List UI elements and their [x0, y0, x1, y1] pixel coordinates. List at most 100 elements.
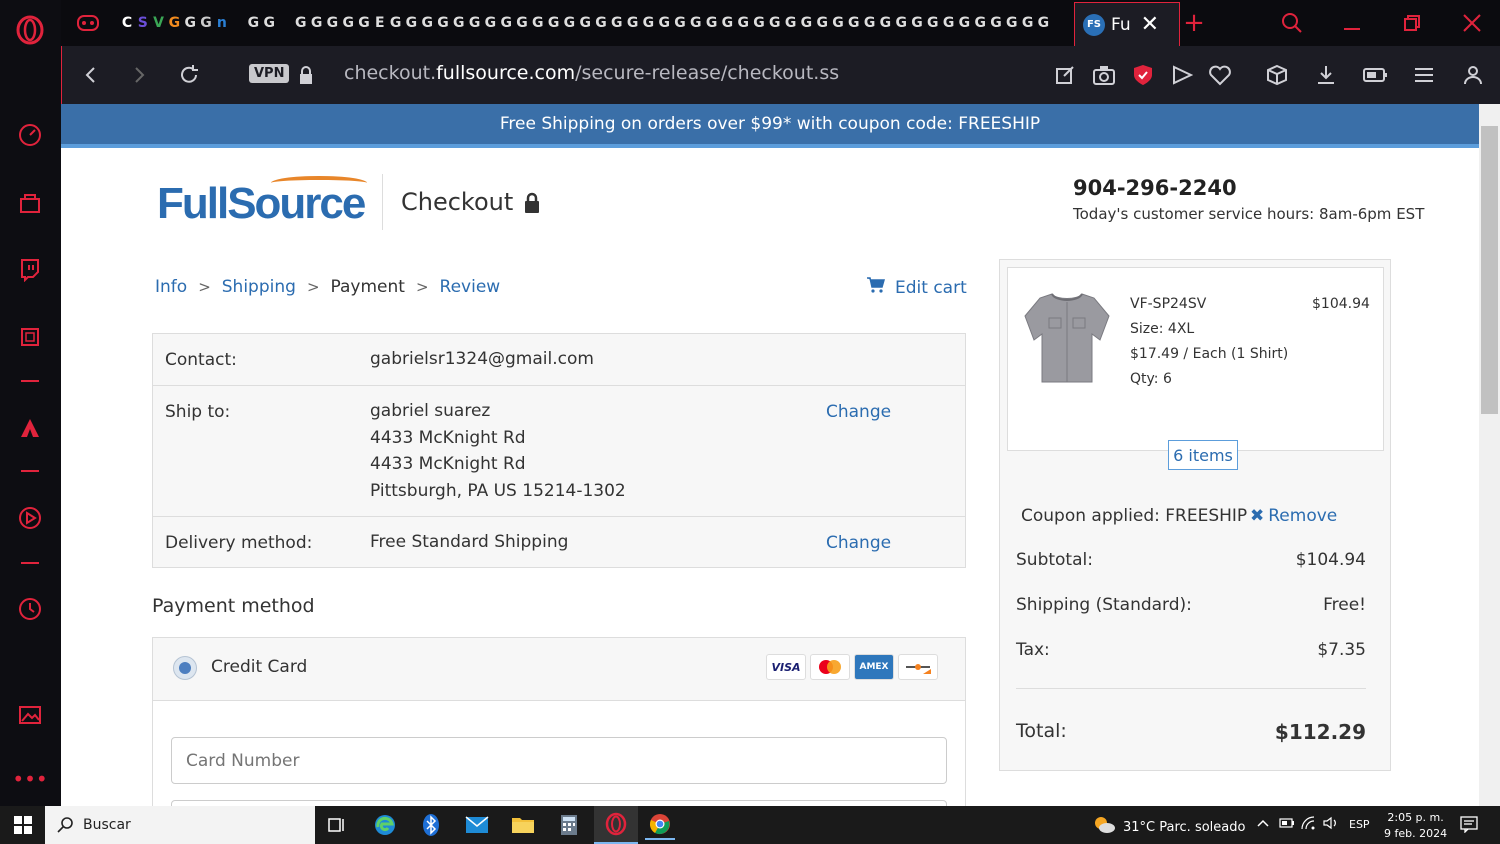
tab-favicon-icon[interactable]: G [877, 12, 893, 34]
speed-dial-icon[interactable] [15, 120, 45, 150]
shopping-icon[interactable] [15, 188, 45, 218]
send-snapshot-icon[interactable] [1050, 60, 1080, 90]
player-icon[interactable] [15, 503, 45, 533]
address-field[interactable]: checkout.fullsource.com/secure-release/c… [344, 62, 839, 84]
tab-favicon-icon[interactable]: G [435, 12, 451, 34]
file-explorer-icon[interactable] [508, 810, 538, 840]
tab-search-icon[interactable] [1277, 8, 1307, 38]
tab-favicon-icon[interactable]: G [814, 12, 830, 34]
tab-favicon-icon[interactable]: G [1004, 12, 1020, 34]
tab-favicon-icon[interactable]: G [419, 12, 435, 34]
tab-favicon-icon[interactable]: G [561, 12, 577, 34]
profile-icon[interactable] [1458, 60, 1488, 90]
tab-favicon-icon[interactable]: G [198, 12, 214, 34]
tab-favicon-icon[interactable]: G [1020, 12, 1036, 34]
windows-start-icon[interactable] [0, 806, 45, 844]
battery-icon[interactable] [1279, 816, 1295, 833]
taskbar-clock[interactable]: 2:05 p. m. 9 feb. 2024 [1384, 809, 1447, 842]
tab-favicon-icon[interactable]: V [151, 12, 167, 34]
tab-favicon-icon[interactable] [277, 12, 293, 34]
more-icon[interactable]: ••• [12, 764, 47, 794]
opera-gx-taskbar-icon[interactable] [594, 806, 638, 844]
opera-logo-icon[interactable] [15, 15, 45, 45]
tab-favicon-icon[interactable]: G [893, 12, 909, 34]
tab-favicon-icon[interactable]: G [767, 12, 783, 34]
tab-favicon-icon[interactable]: G [640, 12, 656, 34]
tab-favicon-icon[interactable]: G [751, 12, 767, 34]
chevron-up-icon[interactable] [1256, 816, 1270, 833]
secure-lock-icon[interactable] [291, 60, 321, 90]
download-icon[interactable] [1311, 60, 1341, 90]
tab-favicon-icon[interactable]: G [388, 12, 404, 34]
tab-favicon-icon[interactable]: G [182, 12, 198, 34]
camera-icon[interactable] [1089, 60, 1119, 90]
calculator-icon[interactable] [554, 810, 584, 840]
tab-favicon-icon[interactable]: G [514, 12, 530, 34]
tab-favicon-icon[interactable]: G [956, 12, 972, 34]
tab-favicon-icon[interactable]: G [672, 12, 688, 34]
tab-favicon-icon[interactable]: G [862, 12, 878, 34]
cube-icon[interactable] [1262, 60, 1292, 90]
items-count-button[interactable]: 6 items [1168, 440, 1238, 470]
tab-favicon-icon[interactable]: G [846, 12, 862, 34]
tab-favicon-icon[interactable]: G [340, 12, 356, 34]
task-view-icon[interactable] [322, 810, 352, 840]
gx-control-icon[interactable] [73, 8, 103, 38]
tab-favicon-icon[interactable]: C [119, 12, 135, 34]
tab-favicon-icon[interactable]: G [403, 12, 419, 34]
aria-icon[interactable] [15, 413, 45, 443]
breadcrumb-review[interactable]: Review [440, 277, 501, 297]
tab-favicon-icon[interactable]: G [261, 12, 277, 34]
edit-cart-link[interactable]: Edit cart [867, 277, 967, 298]
new-tab-icon[interactable]: + [1179, 8, 1209, 38]
battery-saver-icon[interactable] [1360, 60, 1390, 90]
tab-favicon-icon[interactable]: G [972, 12, 988, 34]
breadcrumb-info[interactable]: Info [155, 277, 187, 297]
tab-favicon-icon[interactable]: G [324, 12, 340, 34]
tab-favicon-icon[interactable]: n [214, 12, 230, 34]
tab-favicon-icon[interactable]: G [830, 12, 846, 34]
tab-favicon-icon[interactable]: G [1035, 12, 1051, 34]
breadcrumb-shipping[interactable]: Shipping [222, 277, 296, 297]
support-phone[interactable]: 904-296-2240 [1073, 176, 1237, 200]
edge-icon[interactable] [370, 810, 400, 840]
easy-setup-icon[interactable] [1409, 60, 1439, 90]
snapshot-gallery-icon[interactable] [15, 700, 45, 730]
language-indicator[interactable]: ESP [1349, 818, 1370, 831]
reload-icon[interactable] [174, 60, 204, 90]
tab-favicon-icon[interactable]: E [372, 12, 388, 34]
credit-card-option[interactable]: Credit Card VISA AMEX [153, 638, 965, 701]
bluetooth-icon[interactable] [416, 810, 446, 840]
minimize-icon[interactable] [1337, 8, 1367, 38]
adblock-shield-icon[interactable] [1128, 60, 1158, 90]
back-icon[interactable] [76, 60, 106, 90]
tab-favicon-icon[interactable]: G [719, 12, 735, 34]
tab-favicon-icon[interactable]: G [593, 12, 609, 34]
close-window-icon[interactable] [1457, 8, 1487, 38]
tab-favicon-icon[interactable]: G [293, 12, 309, 34]
tab-favicon-icon[interactable]: G [546, 12, 562, 34]
twitch-icon[interactable] [15, 254, 45, 284]
tab-favicon-icon[interactable]: G [909, 12, 925, 34]
tab-favicon-icon[interactable]: G [688, 12, 704, 34]
chrome-icon[interactable] [645, 810, 675, 840]
tab-favicon-icon[interactable]: G [941, 12, 957, 34]
tab-favicon-icon[interactable]: G [783, 12, 799, 34]
volume-icon[interactable] [1322, 816, 1340, 833]
tab-favicon-icon[interactable]: G [798, 12, 814, 34]
tab-favicon-icon[interactable]: G [988, 12, 1004, 34]
tab-favicon-icon[interactable]: S [135, 12, 151, 34]
history-icon[interactable] [15, 594, 45, 624]
tab-active[interactable]: FS Fu ✕ [1074, 2, 1180, 46]
tab-favicon-icon[interactable]: G [309, 12, 325, 34]
tab-favicon-icon[interactable]: G [451, 12, 467, 34]
tab-favicon-icon[interactable]: G [467, 12, 483, 34]
notifications-icon[interactable] [1460, 815, 1478, 836]
tab-favicon-icon[interactable]: G [498, 12, 514, 34]
forward-icon[interactable] [124, 60, 154, 90]
weather-widget[interactable]: 31°C Parc. soleado [1093, 816, 1245, 838]
change-ship-link[interactable]: Change [826, 402, 891, 422]
tab-favicon-icon[interactable]: G [530, 12, 546, 34]
tab-favicon-icon[interactable]: G [656, 12, 672, 34]
tab-favicon-icon[interactable] [230, 12, 246, 34]
